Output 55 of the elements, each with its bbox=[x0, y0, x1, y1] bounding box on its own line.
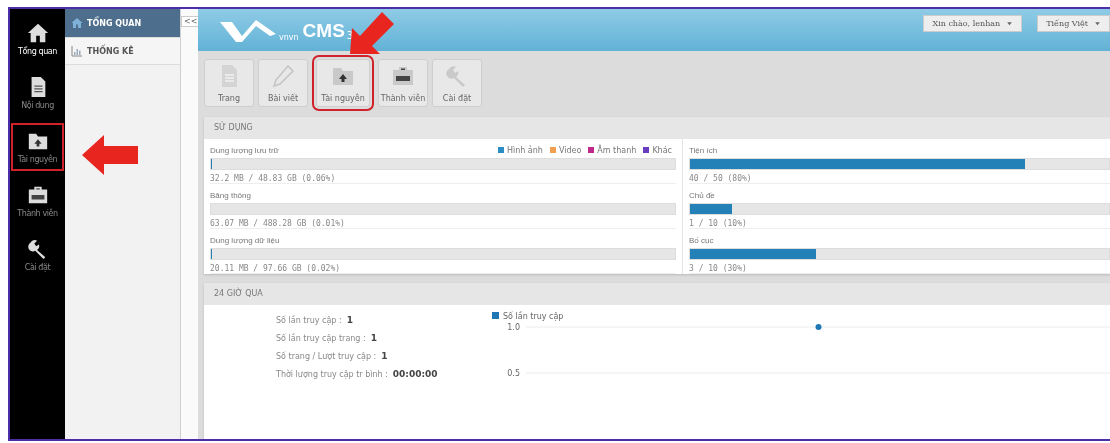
briefcase-icon bbox=[26, 184, 49, 206]
axis-tick-label: 0.5 bbox=[507, 369, 520, 378]
language-menu[interactable]: Tiếng Việt bbox=[1037, 15, 1110, 32]
sidebar-item[interactable]: Tổng quan bbox=[11, 15, 64, 63]
toolbar-button[interactable]: Bài viết bbox=[258, 59, 308, 107]
subnav-item[interactable]: TỔNG QUAN bbox=[65, 9, 180, 38]
logo-icon bbox=[220, 18, 278, 42]
pencil-icon bbox=[271, 63, 295, 88]
toolbar-button[interactable]: Trang bbox=[204, 59, 254, 107]
legend-label: Video bbox=[558, 145, 582, 155]
logo-subtext: vnvn bbox=[279, 33, 299, 42]
caret-icon bbox=[1006, 20, 1014, 27]
home-icon bbox=[71, 17, 83, 29]
panel-title: SỬ DỤNG bbox=[214, 123, 253, 132]
stat-label: Thời lượng truy cập tr bình : bbox=[276, 370, 388, 379]
data-point bbox=[815, 324, 822, 330]
metric-label: Băng thông bbox=[210, 190, 251, 200]
metric-label: Dung lượng dữ liệu bbox=[210, 235, 280, 245]
stat-value: 1 bbox=[370, 333, 377, 343]
sidebar-item[interactable]: Tài nguyên bbox=[11, 123, 64, 171]
legend-label: Khác bbox=[652, 145, 672, 155]
metric-label: Bố cục bbox=[689, 235, 714, 245]
stat-label: Số lần truy cập trang : bbox=[276, 334, 366, 343]
stat-value: 1 bbox=[346, 315, 353, 325]
sidebar-item[interactable]: Cài đặt bbox=[11, 231, 64, 279]
stat-value: 00:00:00 bbox=[392, 369, 438, 379]
caret-icon bbox=[1094, 20, 1101, 27]
metric-label: Dung lượng lưu trữ bbox=[210, 145, 279, 155]
bar-chart-icon bbox=[71, 45, 83, 57]
usage-reading: 20.11 MB / 97.66 GB (0.02%) bbox=[210, 264, 342, 273]
usage-reading: 3 / 10 (30%) bbox=[689, 264, 748, 273]
panel-title: 24 GIỜ QUA bbox=[214, 289, 263, 298]
toolbar-button[interactable]: Thành viên bbox=[378, 59, 428, 107]
pointer-arrow bbox=[82, 135, 138, 175]
sidebar-item[interactable]: Nội dung bbox=[11, 69, 64, 117]
legend-label: Số lần truy cập bbox=[503, 312, 564, 321]
pointer-arrow bbox=[348, 10, 394, 56]
toolbar-button[interactable]: Cài đặt bbox=[432, 59, 482, 107]
stat-label: Số trang / Lượt truy cập : bbox=[276, 352, 377, 361]
usage-reading: 32.2 MB / 48.83 GB (0.06%) bbox=[210, 174, 337, 183]
axis-tick-label: 1.0 bbox=[507, 323, 520, 332]
usage-reading: 40 / 50 (80%) bbox=[689, 174, 753, 183]
usage-reading: 1 / 10 (10%) bbox=[689, 219, 748, 228]
stat-value: 1 bbox=[381, 351, 388, 361]
user-menu[interactable]: Xin chào, lenhan bbox=[923, 15, 1023, 32]
legend-label: Hình ảnh bbox=[506, 145, 543, 155]
home-icon bbox=[26, 22, 49, 44]
metric-label: Chủ đề bbox=[689, 190, 715, 200]
legend-label: Âm thanh bbox=[597, 145, 637, 155]
usage-reading: 63.07 MB / 488.28 GB (0.01%) bbox=[210, 219, 346, 228]
metric-label: Tiện ích bbox=[689, 145, 718, 155]
logo-version: 3 bbox=[346, 30, 354, 41]
logo-text: CMS bbox=[302, 20, 345, 42]
stat-label: Số lần truy cập : bbox=[276, 316, 342, 325]
sidebar-item[interactable]: Thành viên bbox=[11, 177, 64, 225]
